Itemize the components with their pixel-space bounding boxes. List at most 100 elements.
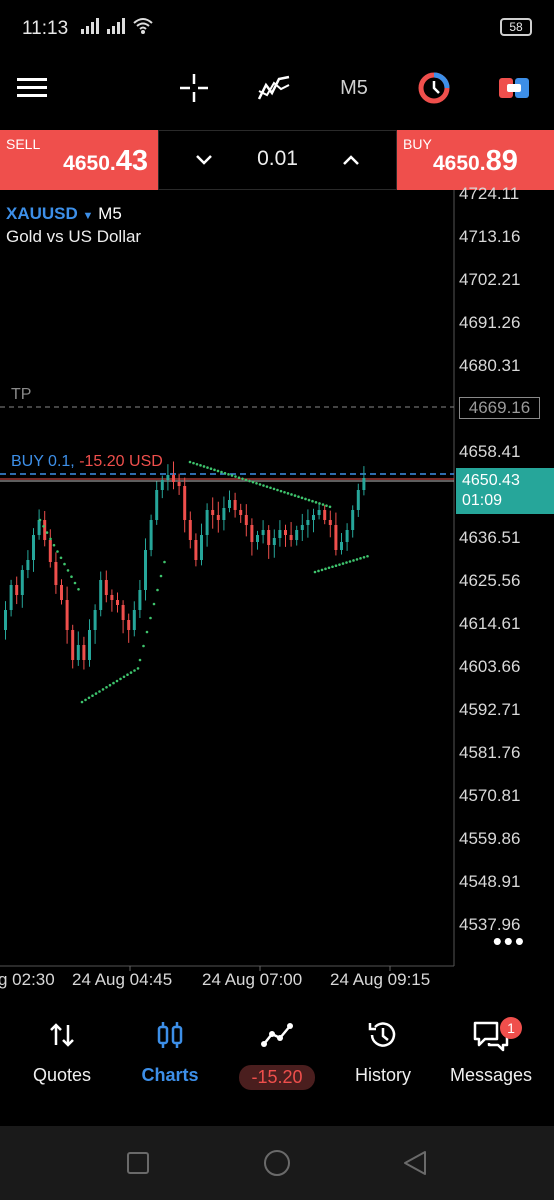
- price-axis-label: 4625.56: [459, 571, 521, 590]
- candle-body: [317, 510, 321, 515]
- sar-dot: [331, 565, 334, 569]
- nav-history[interactable]: History: [328, 1015, 438, 1105]
- sar-dot: [311, 499, 314, 503]
- candle-body: [362, 478, 366, 490]
- candle-body: [306, 520, 310, 525]
- price-axis-label: 4581.76: [459, 743, 521, 762]
- sar-dot: [73, 581, 77, 585]
- sar-dot: [84, 698, 87, 702]
- trade-button[interactable]: [492, 56, 536, 120]
- price-axis-label: 4570.81: [459, 786, 521, 805]
- candle-body: [267, 530, 271, 545]
- history-icon: [328, 1015, 438, 1055]
- menu-button[interactable]: [10, 56, 54, 120]
- timeframe-button[interactable]: M5: [330, 56, 378, 120]
- status-bar: 11:13 58: [0, 0, 554, 56]
- more-options-button[interactable]: •••: [493, 926, 526, 957]
- sar-dot: [70, 575, 73, 578]
- sell-price-frac: 43: [115, 145, 148, 177]
- nav-trade[interactable]: -15.20: [222, 1015, 332, 1105]
- candle-body: [4, 610, 7, 630]
- sar-dot: [138, 658, 142, 662]
- candle-body: [295, 530, 299, 540]
- sar-dot: [77, 588, 80, 591]
- sar-dot: [220, 470, 223, 474]
- sar-dot: [159, 574, 163, 578]
- sar-dot: [87, 696, 91, 700]
- lot-increase-button[interactable]: [336, 145, 366, 175]
- sell-button[interactable]: SELL 4650.43: [0, 130, 158, 190]
- tp-line-label: TP: [11, 386, 32, 403]
- sar-dot: [255, 481, 258, 485]
- candle-body: [149, 520, 153, 550]
- sar-dot: [279, 489, 283, 493]
- sar-dot: [286, 492, 290, 495]
- sar-dot: [227, 473, 230, 476]
- candle-body: [211, 510, 215, 515]
- sar-dot: [49, 537, 52, 541]
- back-icon[interactable]: [402, 1150, 428, 1176]
- sar-dot: [199, 464, 202, 467]
- current-price-box: 4650.43 01:09: [456, 468, 554, 514]
- candle-body: [222, 508, 226, 520]
- sar-dot: [314, 501, 318, 504]
- price-axis-label: 4713.16: [459, 227, 521, 246]
- sar-dot: [234, 475, 237, 478]
- nav-quotes[interactable]: Quotes: [7, 1015, 117, 1105]
- battery-icon: 58: [500, 18, 532, 36]
- sar-dot: [145, 630, 149, 634]
- symbol-description: Gold vs US Dollar: [6, 227, 142, 246]
- recent-apps-icon[interactable]: [127, 1152, 149, 1174]
- price-chart[interactable]: XAUUSD ▼ M5 Gold vs US Dollar TP 4669.16…: [0, 184, 554, 1005]
- nav-messages[interactable]: 1 Messages: [436, 1015, 546, 1105]
- candle-body: [121, 605, 125, 620]
- sar-dot: [115, 679, 119, 683]
- buy-button[interactable]: BUY 4650.89: [397, 130, 554, 190]
- sar-dot: [304, 497, 307, 501]
- sar-dot: [341, 562, 345, 565]
- sar-dot: [300, 496, 304, 500]
- sar-dot: [119, 677, 122, 681]
- sar-dot: [122, 675, 126, 679]
- objects-button[interactable]: [412, 56, 456, 120]
- candle-body: [60, 585, 63, 600]
- candle-body: [37, 520, 41, 535]
- crosshair-button[interactable]: [172, 56, 216, 120]
- signal-icon-2: [107, 18, 125, 34]
- lot-size-box: 0.01: [158, 130, 397, 190]
- candle-body: [233, 500, 237, 510]
- sar-dot: [265, 485, 269, 488]
- home-icon[interactable]: [263, 1149, 291, 1177]
- sar-dot: [313, 570, 317, 574]
- candle-body: [356, 490, 360, 510]
- symbol-name: XAUUSD: [6, 204, 78, 223]
- sar-dot: [230, 474, 234, 477]
- sar-dot: [156, 588, 159, 592]
- symbol-header[interactable]: XAUUSD ▼ M5: [6, 204, 122, 224]
- bottom-navigation: Quotes Charts -15.20 History 1 Messages: [0, 1005, 554, 1123]
- sar-dot: [136, 667, 140, 670]
- candle-body: [300, 525, 304, 530]
- sar-dot: [272, 487, 276, 491]
- sar-dot: [101, 688, 105, 691]
- sar-dot: [105, 686, 108, 689]
- nav-charts[interactable]: Charts: [115, 1015, 225, 1105]
- candle-body: [289, 535, 293, 540]
- sar-dot: [63, 562, 66, 566]
- sar-dot: [163, 560, 166, 564]
- candle-body: [48, 540, 52, 562]
- sar-dot: [283, 490, 286, 494]
- messages-icon: [436, 1015, 546, 1055]
- indicators-icon: [257, 75, 290, 100]
- candle-body: [99, 580, 103, 610]
- price-axis-label: 4603.66: [459, 657, 521, 676]
- sar-dot: [216, 469, 220, 473]
- candle-body: [334, 525, 338, 550]
- sar-dot: [328, 505, 332, 509]
- nav-history-label: History: [354, 1065, 411, 1085]
- sar-dot: [126, 673, 129, 676]
- indicators-button[interactable]: [252, 56, 296, 120]
- sar-dot: [192, 461, 195, 465]
- chevron-up-icon: [343, 155, 359, 165]
- candle-body: [144, 550, 147, 590]
